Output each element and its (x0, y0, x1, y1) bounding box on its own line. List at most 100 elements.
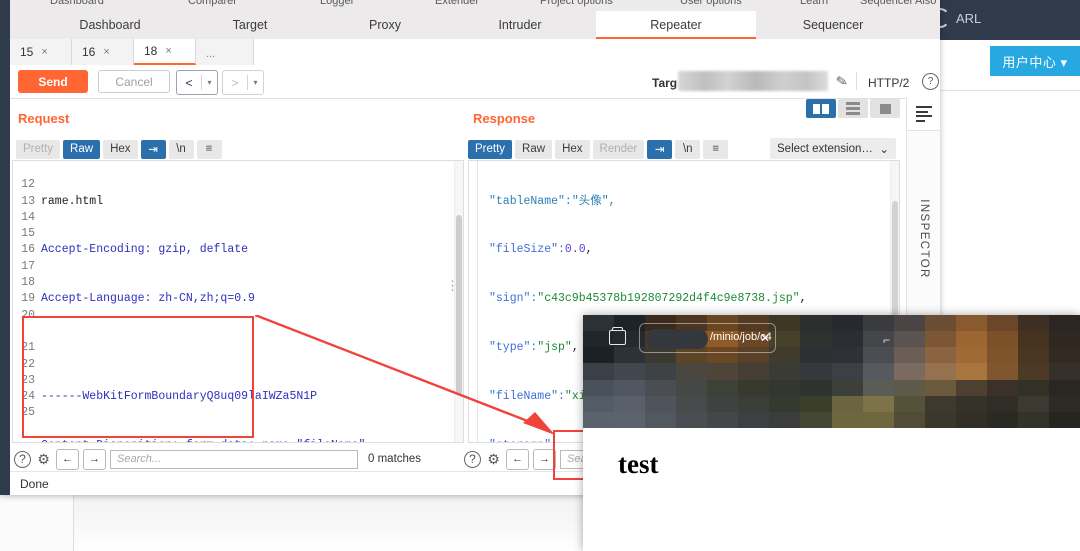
request-lno-5: 16 (21, 243, 35, 257)
layout-stacked-icon[interactable] (838, 99, 868, 118)
arl-brand-label: ARL (956, 10, 982, 26)
request-scrollbar-thumb[interactable] (456, 215, 462, 395)
request-raw-button[interactable]: Raw (63, 139, 101, 159)
help-icon[interactable]: ? (922, 73, 939, 90)
select-extension-dropdown[interactable]: Select extension… ⌄ (770, 138, 896, 159)
next-request-button[interactable]: > ▾ (222, 70, 264, 95)
next-caret-down-icon[interactable]: ▾ (248, 78, 263, 87)
repeater-tab-15-label: 15 (20, 45, 34, 59)
repeater-tab-18-label: 18 (144, 44, 158, 58)
browser-tab[interactable]: /minio/job/c4 ✕ (639, 323, 776, 353)
request-pretty-button[interactable]: Pretty (16, 139, 61, 159)
tab-sequencer-label: Sequencer (802, 18, 864, 32)
response-newline-icon[interactable]: \n (675, 139, 701, 159)
response-menu-icon[interactable]: ≡ (703, 139, 729, 159)
repeater-tab-bar: 15 × 16 × 18 × ... (10, 39, 940, 66)
action-bar-separator (856, 72, 857, 90)
response-find-settings-icon[interactable]: ⚙ (485, 451, 502, 468)
repeater-tab-15-close-icon[interactable]: × (41, 46, 47, 58)
menu-item-1[interactable]: Comparer (188, 0, 237, 7)
response-word-wrap-icon[interactable]: ⇥ (647, 139, 673, 159)
response-find-prev-button[interactable]: ← (506, 448, 529, 470)
menu-item-6[interactable]: Learn (800, 0, 828, 7)
request-menu-icon[interactable]: ≡ (196, 139, 222, 159)
response-raw-button[interactable]: Raw (515, 139, 553, 159)
repeater-tab-18[interactable]: 18 × (134, 39, 196, 65)
tab-target[interactable]: Target (195, 11, 305, 39)
request-find-bar: ? ⚙ ← → Search... 0 matches (14, 447, 421, 471)
tab-dashboard-label: Dashboard (79, 18, 141, 32)
tab-proxy[interactable]: Proxy (330, 11, 440, 39)
burp-main-tabs: Dashboard Target Proxy Intruder Repeater… (10, 11, 940, 39)
new-tab-icon[interactable]: ⌐ (883, 333, 890, 347)
repeater-tab-overflow-label: ... (206, 48, 216, 60)
request-word-wrap-icon[interactable]: ⇥ (140, 139, 166, 159)
request-lno-1: 12 (21, 178, 35, 192)
response-find-help-icon[interactable]: ? (464, 450, 481, 468)
request-find-settings-icon[interactable]: ⚙ (35, 451, 52, 468)
page-heading: test (618, 449, 659, 479)
pencil-edit-icon[interactable]: ✎ (835, 72, 850, 91)
request-scrollbar[interactable] (454, 161, 463, 442)
repeater-tab-16-close-icon[interactable]: × (103, 46, 109, 58)
inspector-hamburger-icon[interactable] (916, 106, 932, 122)
prev-chevron-icon: < (185, 75, 193, 90)
repeater-tab-18-close-icon[interactable]: × (165, 45, 171, 57)
user-center-button[interactable]: 用户中心 ▾ (990, 46, 1080, 76)
target-value-redacted[interactable] (678, 71, 828, 91)
inspector-label: INSPECTOR (918, 198, 930, 279)
request-lno-0 (13, 161, 35, 177)
response-gutter-rule (477, 161, 478, 442)
request-newline-icon[interactable]: \n (168, 139, 194, 159)
chevron-down-icon: ⌄ (879, 143, 889, 156)
tab-repeater[interactable]: Repeater (596, 11, 756, 39)
menu-item-8[interactable]: Also (915, 0, 936, 7)
request-lno-2: 13 (21, 194, 35, 208)
request-line-0: rame.html (41, 194, 104, 208)
burp-left-rail (0, 0, 10, 495)
status-text: Done (20, 476, 49, 491)
tab-repeater-label: Repeater (650, 18, 702, 32)
send-button[interactable]: Send (18, 70, 88, 93)
toolbox-icon[interactable] (609, 327, 626, 345)
browser-tab-row: /minio/job/c4 ✕ ⌐ (583, 315, 1080, 361)
browser-tab-close-icon[interactable]: ✕ (760, 331, 770, 345)
request-lno-3: 14 (21, 210, 35, 224)
repeater-tab-16[interactable]: 16 × (72, 39, 134, 65)
request-hex-button[interactable]: Hex (103, 139, 138, 159)
cancel-button[interactable]: Cancel (98, 70, 170, 93)
repeater-action-bar: Send Cancel < ▾ > ▾ Targ ✎ HTTP/2 ? (10, 65, 940, 99)
request-find-next-button[interactable]: → (83, 448, 106, 470)
menu-item-7[interactable]: Sequencer (860, 0, 913, 7)
response-view-toolbar: Pretty Raw Hex Render ⇥ \n ≡ (468, 137, 729, 161)
tab-target-label: Target (232, 18, 268, 32)
background-divider (930, 90, 1080, 91)
menu-item-2[interactable]: Logger (320, 0, 354, 7)
browser-popup-window: /minio/job/c4 ✕ ⌐ test (583, 315, 1080, 551)
menu-item-0[interactable]: Dashboard (50, 0, 104, 7)
menu-item-5[interactable]: User options (680, 0, 742, 7)
response-render-button[interactable]: Render (592, 139, 645, 159)
request-search-input[interactable]: Search... (110, 449, 358, 469)
tab-intruder[interactable]: Intruder (460, 11, 580, 39)
repeater-tab-overflow[interactable]: ... (196, 39, 254, 65)
tab-sequencer[interactable]: Sequencer (768, 11, 898, 39)
tab-dashboard[interactable]: Dashboard (50, 11, 170, 39)
response-pretty-button[interactable]: Pretty (468, 139, 513, 159)
next-chevron-icon: > (231, 75, 239, 90)
request-find-help-icon[interactable]: ? (14, 450, 31, 468)
prev-caret-down-icon[interactable]: ▾ (202, 78, 217, 87)
layout-side-by-side-icon[interactable] (806, 99, 836, 118)
repeater-tab-16-label: 16 (82, 45, 96, 59)
tab-proxy-label: Proxy (369, 18, 401, 32)
response-hex-button[interactable]: Hex (555, 139, 590, 159)
request-find-prev-button[interactable]: ← (56, 448, 79, 470)
repeater-tab-15[interactable]: 15 × (10, 39, 72, 65)
request-lno-7: 18 (21, 276, 35, 290)
menu-item-3[interactable]: Extender (435, 0, 479, 7)
request-lno-6: 17 (21, 259, 35, 273)
prev-request-button[interactable]: < ▾ (176, 70, 218, 95)
menu-item-4[interactable]: Project options (540, 0, 613, 7)
browser-chrome: /minio/job/c4 ✕ ⌐ (583, 315, 1080, 428)
layout-single-icon[interactable] (870, 99, 900, 118)
